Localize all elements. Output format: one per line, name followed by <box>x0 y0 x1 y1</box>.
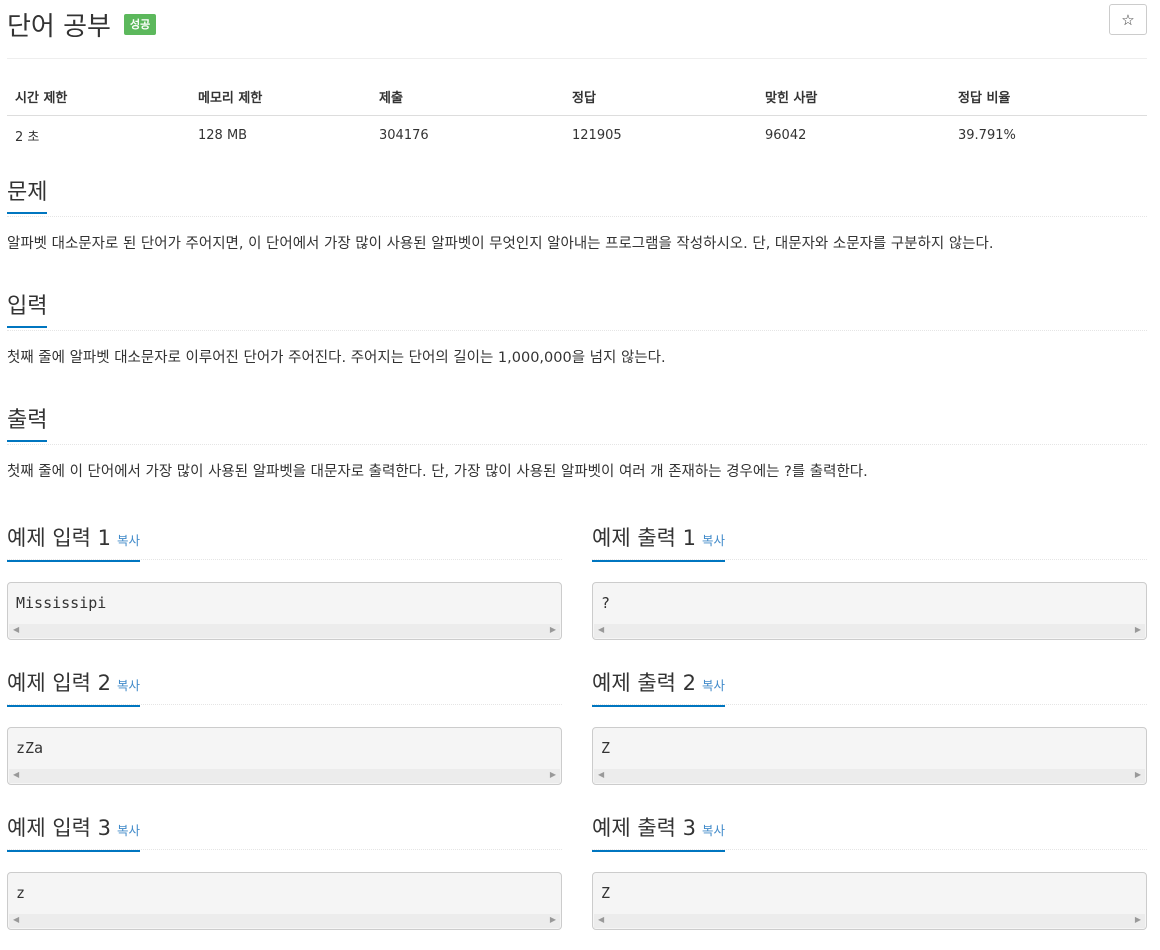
copy-link[interactable]: 복사 <box>117 823 140 838</box>
scroll-left-arrow-icon[interactable]: ◀ <box>598 770 604 779</box>
input-section: 입력 첫째 줄에 알파벳 대소문자로 이루어진 단어가 주어진다. 주어지는 단… <box>7 294 1147 369</box>
table-cell: 304176 <box>379 128 429 143</box>
horizontal-scrollbar[interactable]: ◀ ▶ <box>594 769 1145 783</box>
scroll-left-arrow-icon[interactable]: ◀ <box>13 770 19 779</box>
sample-value: Z <box>601 739 611 757</box>
sample-value: Mississipi <box>16 594 107 612</box>
column-header: 제출 <box>371 78 564 116</box>
sample-output-1: 예제 출력 1 복사 ? ◀ ▶ <box>592 525 1147 640</box>
table-cell: 128 MB <box>198 128 248 143</box>
sample-code-box[interactable]: ? ◀ ▶ <box>592 582 1147 640</box>
horizontal-scrollbar[interactable]: ◀ ▶ <box>594 624 1145 638</box>
column-header: 메모리 제한 <box>190 78 371 116</box>
status-badge: 성공 <box>124 14 157 35</box>
scroll-left-arrow-icon[interactable]: ◀ <box>598 915 604 924</box>
sample-input-1: 예제 입력 1 복사 Mississipi ◀ ▶ <box>7 525 562 640</box>
table-cell: 96042 <box>765 128 807 143</box>
scroll-right-arrow-icon[interactable]: ▶ <box>1135 915 1141 924</box>
scroll-left-arrow-icon[interactable]: ◀ <box>13 625 19 634</box>
scroll-right-arrow-icon[interactable]: ▶ <box>550 770 556 779</box>
sample-value: ? <box>601 594 611 612</box>
section-title: 입력 <box>7 294 48 328</box>
section-title: 출력 <box>7 408 48 442</box>
title-row: 단어 공부 성공 ☆ <box>7 0 1147 59</box>
sample-code-box[interactable]: Z ◀ ▶ <box>592 872 1147 930</box>
copy-link[interactable]: 복사 <box>117 678 140 693</box>
sample-title: 예제 출력 2 <box>592 671 696 695</box>
sample-value: z <box>16 884 26 902</box>
table-cell: 121905 <box>572 128 622 143</box>
copy-link[interactable]: 복사 <box>702 533 725 548</box>
problem-info-table: 시간 제한 메모리 제한 제출 정답 맞힌 사람 정답 비율 2 초 128 M… <box>7 78 1147 155</box>
table-cell: 2 초 <box>15 130 40 145</box>
sample-input-2: 예제 입력 2 복사 zZa ◀ ▶ <box>7 670 562 785</box>
sample-code-box[interactable]: z ◀ ▶ <box>7 872 562 930</box>
sample-value: zZa <box>16 739 44 757</box>
sample-title: 예제 입력 2 <box>7 671 111 695</box>
sample-code-box[interactable]: Z ◀ ▶ <box>592 727 1147 785</box>
table-header-row: 시간 제한 메모리 제한 제출 정답 맞힌 사람 정답 비율 <box>7 78 1147 116</box>
horizontal-scrollbar[interactable]: ◀ ▶ <box>9 624 560 638</box>
output-description: 첫째 줄에 이 단어에서 가장 많이 사용된 알파벳을 대문자로 출력한다. 단… <box>7 464 868 480</box>
scroll-right-arrow-icon[interactable]: ▶ <box>1135 770 1141 779</box>
sample-output-2: 예제 출력 2 복사 Z ◀ ▶ <box>592 670 1147 785</box>
problem-section: 문제 알파벳 대소문자로 된 단어가 주어지면, 이 단어에서 가장 많이 사용… <box>7 180 1147 255</box>
column-header: 정답 <box>564 78 757 116</box>
sample-output-3: 예제 출력 3 복사 Z ◀ ▶ <box>592 815 1147 930</box>
scroll-right-arrow-icon[interactable]: ▶ <box>1135 625 1141 634</box>
copy-link[interactable]: 복사 <box>702 823 725 838</box>
sample-code-box[interactable]: zZa ◀ ▶ <box>7 727 562 785</box>
section-title: 문제 <box>7 180 48 214</box>
sample-title: 예제 입력 3 <box>7 816 111 840</box>
horizontal-scrollbar[interactable]: ◀ ▶ <box>9 914 560 928</box>
sample-title: 예제 출력 3 <box>592 816 696 840</box>
sample-title: 예제 출력 1 <box>592 526 696 550</box>
copy-link[interactable]: 복사 <box>702 678 725 693</box>
column-header: 맞힌 사람 <box>757 78 950 116</box>
table-cell: 39.791% <box>958 128 1016 143</box>
star-icon: ☆ <box>1121 10 1135 29</box>
scroll-left-arrow-icon[interactable]: ◀ <box>598 625 604 634</box>
sample-code-box[interactable]: Mississipi ◀ ▶ <box>7 582 562 640</box>
scroll-right-arrow-icon[interactable]: ▶ <box>550 915 556 924</box>
column-header: 시간 제한 <box>7 78 190 116</box>
page-title: 단어 공부 <box>7 12 111 42</box>
horizontal-scrollbar[interactable]: ◀ ▶ <box>594 914 1145 928</box>
output-section: 출력 첫째 줄에 이 단어에서 가장 많이 사용된 알파벳을 대문자로 출력한다… <box>7 408 1147 483</box>
problem-description: 알파벳 대소문자로 된 단어가 주어지면, 이 단어에서 가장 많이 사용된 알… <box>7 236 994 252</box>
column-header: 정답 비율 <box>950 78 1147 116</box>
scroll-right-arrow-icon[interactable]: ▶ <box>550 625 556 634</box>
scroll-left-arrow-icon[interactable]: ◀ <box>13 915 19 924</box>
sample-value: Z <box>601 884 611 902</box>
sample-title: 예제 입력 1 <box>7 526 111 550</box>
horizontal-scrollbar[interactable]: ◀ ▶ <box>9 769 560 783</box>
copy-link[interactable]: 복사 <box>117 533 140 548</box>
sample-input-3: 예제 입력 3 복사 z ◀ ▶ <box>7 815 562 930</box>
table-row: 2 초 128 MB 304176 121905 96042 39.791% <box>7 116 1147 156</box>
favorite-button[interactable]: ☆ <box>1109 4 1147 35</box>
input-description: 첫째 줄에 알파벳 대소문자로 이루어진 단어가 주어진다. 주어지는 단어의 … <box>7 350 666 366</box>
